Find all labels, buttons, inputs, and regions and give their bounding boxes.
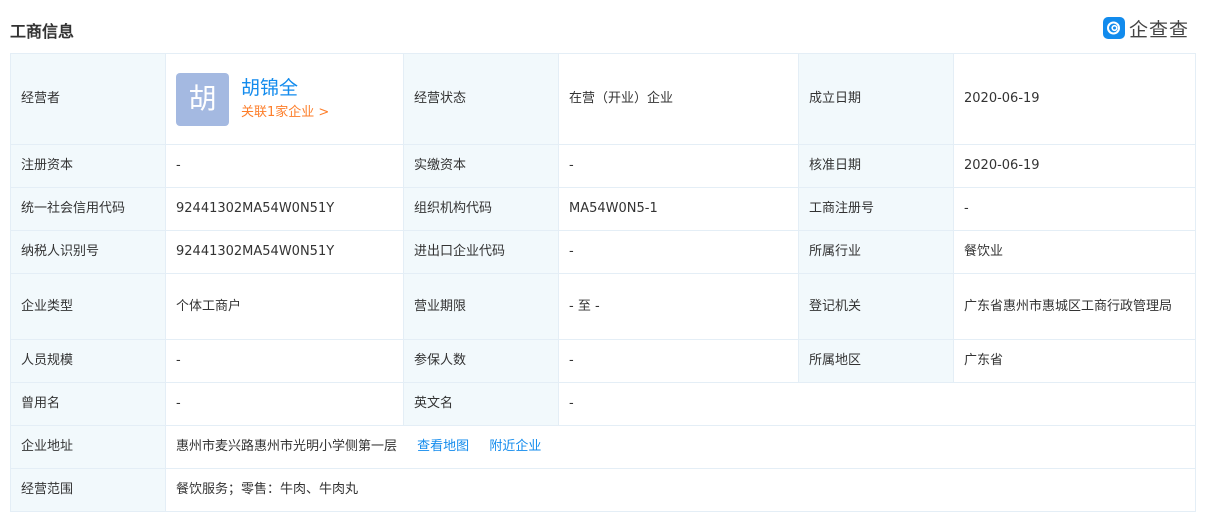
table-row: 经营范围 餐饮服务；零售：牛肉、牛肉丸: [10, 468, 1196, 512]
industry-label: 所属行业: [798, 230, 954, 274]
company-type-label: 企业类型: [10, 273, 166, 340]
business-term-value: - 至 -: [558, 273, 799, 340]
nearby-companies-link[interactable]: 附近企业: [489, 439, 541, 454]
page-title: 工商信息: [10, 22, 75, 41]
former-name-value: -: [165, 382, 404, 426]
table-row: 经营者 胡 胡锦全 关联1家企业 > 经营状态 在营（开业）企业 成立日期 20…: [10, 53, 1196, 145]
business-scope-label: 经营范围: [10, 468, 166, 512]
brand-logo: 企查查: [1103, 15, 1189, 41]
table-row: 人员规模 - 参保人数 - 所属地区 广东省: [10, 339, 1196, 383]
company-type-value: 个体工商户: [165, 273, 404, 340]
approval-date-value: 2020-06-19: [953, 144, 1196, 188]
org-code-value: MA54W0N5-1: [558, 187, 799, 231]
table-row: 曾用名 - 英文名 -: [10, 382, 1196, 426]
taxpayer-id-label: 纳税人识别号: [10, 230, 166, 274]
operator-label: 经营者: [10, 53, 166, 145]
org-code-label: 组织机构代码: [403, 187, 559, 231]
region-value: 广东省: [953, 339, 1196, 383]
operator-name-link[interactable]: 胡锦全: [241, 76, 329, 100]
paid-capital-label: 实缴资本: [403, 144, 559, 188]
brand-text: 企查查: [1129, 18, 1190, 41]
table-row: 纳税人识别号 92441302MA54W0N51Y 进出口企业代码 - 所属行业…: [10, 230, 1196, 274]
authority-value: 广东省惠州市惠城区工商行政管理局: [953, 273, 1196, 340]
brand-icon: [1103, 17, 1125, 39]
table-row: 企业类型 个体工商户 营业期限 - 至 - 登记机关 广东省惠州市惠城区工商行政…: [10, 273, 1196, 340]
table-row: 统一社会信用代码 92441302MA54W0N51Y 组织机构代码 MA54W…: [10, 187, 1196, 231]
import-export-value: -: [558, 230, 799, 274]
paid-capital-value: -: [558, 144, 799, 188]
related-companies-link[interactable]: 关联1家企业 >: [241, 103, 329, 123]
address-cell: 惠州市麦兴路惠州市光明小学侧第一层 查看地图 附近企业: [165, 425, 1196, 469]
staff-size-value: -: [165, 339, 404, 383]
reg-capital-label: 注册资本: [10, 144, 166, 188]
status-value: 在营（开业）企业: [558, 53, 799, 145]
reg-no-value: -: [953, 187, 1196, 231]
insured-count-value: -: [558, 339, 799, 383]
view-map-link[interactable]: 查看地图: [417, 439, 469, 454]
credit-code-value: 92441302MA54W0N51Y: [165, 187, 404, 231]
reg-capital-value: -: [165, 144, 404, 188]
section-header: 工商信息 企查查: [0, 0, 1217, 52]
english-name-label: 英文名: [403, 382, 559, 426]
industry-value: 餐饮业: [953, 230, 1196, 274]
insured-count-label: 参保人数: [403, 339, 559, 383]
taxpayer-id-value: 92441302MA54W0N51Y: [165, 230, 404, 274]
business-scope-value: 餐饮服务；零售：牛肉、牛肉丸: [165, 468, 1196, 512]
approval-date-label: 核准日期: [798, 144, 954, 188]
status-label: 经营状态: [403, 53, 559, 145]
import-export-label: 进出口企业代码: [403, 230, 559, 274]
address-value: 惠州市麦兴路惠州市光明小学侧第一层: [176, 439, 398, 454]
table-row: 注册资本 - 实缴资本 - 核准日期 2020-06-19: [10, 144, 1196, 188]
credit-code-label: 统一社会信用代码: [10, 187, 166, 231]
business-info-table: 经营者 胡 胡锦全 关联1家企业 > 经营状态 在营（开业）企业 成立日期 20…: [10, 53, 1196, 512]
authority-label: 登记机关: [798, 273, 954, 340]
reg-no-label: 工商注册号: [798, 187, 954, 231]
staff-size-label: 人员规模: [10, 339, 166, 383]
business-term-label: 营业期限: [403, 273, 559, 340]
avatar: 胡: [176, 72, 229, 126]
established-value: 2020-06-19: [953, 53, 1196, 145]
former-name-label: 曾用名: [10, 382, 166, 426]
established-label: 成立日期: [798, 53, 954, 145]
english-name-value: -: [558, 382, 1196, 426]
table-row: 企业地址 惠州市麦兴路惠州市光明小学侧第一层 查看地图 附近企业: [10, 425, 1196, 469]
operator-cell: 胡 胡锦全 关联1家企业 >: [165, 53, 404, 145]
address-label: 企业地址: [10, 425, 166, 469]
region-label: 所属地区: [798, 339, 954, 383]
